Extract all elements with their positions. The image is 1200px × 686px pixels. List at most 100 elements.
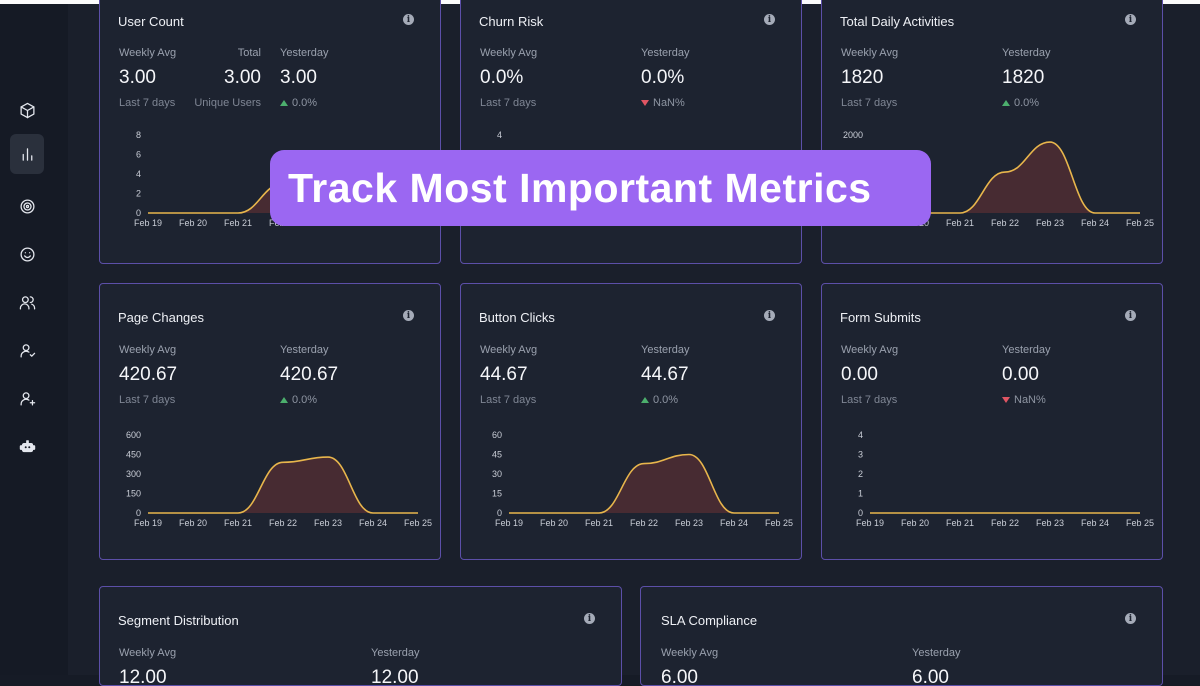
sidebar-item-verified-users[interactable] (10, 330, 44, 370)
y-tick-label: 45 (492, 450, 502, 460)
info-icon[interactable]: i (403, 14, 414, 25)
delta-value: 0.0% (653, 394, 678, 406)
info-icon[interactable]: i (1125, 14, 1136, 25)
user-check-icon (19, 342, 36, 359)
y-tick-label: 6 (136, 150, 141, 160)
dashboard-frame: User Count i Weekly Avg 3.00 Last 7 days… (0, 0, 1200, 675)
metric-card-sla-compliance: SLA Compliance i Weekly Avg 6.00 Yesterd… (640, 586, 1163, 686)
stat-yesterday: Yesterday 12.00 (371, 647, 420, 686)
stat-value: 3.00 (119, 67, 176, 89)
stat-yesterday: Yesterday 3.00 0.0% (280, 47, 329, 109)
metric-card-segment-distribution: Segment Distribution i Weekly Avg 12.00 … (99, 586, 622, 686)
stat-label: Yesterday (371, 647, 420, 659)
stat-label: Weekly Avg (119, 47, 176, 59)
smiley-icon (19, 246, 36, 263)
stat-yesterday: Yesterday 0.00 NaN% (1002, 344, 1051, 406)
x-tick-label: Feb 25 (1126, 218, 1154, 228)
info-icon[interactable]: i (1125, 310, 1136, 321)
info-icon[interactable]: i (403, 310, 414, 321)
stat-weekly-avg: Weekly Avg 12.00 (119, 647, 176, 686)
trend-up-icon (280, 397, 288, 403)
x-tick-label: Feb 20 (540, 518, 568, 528)
x-tick-label: Feb 21 (946, 218, 974, 228)
x-tick-label: Feb 25 (404, 518, 432, 528)
stat-value: 44.67 (480, 364, 537, 386)
sidebar-item-add-user[interactable] (10, 378, 44, 418)
area-chart: 0150300450600Feb 19Feb 20Feb 21Feb 22Feb… (100, 425, 441, 535)
y-tick-label: 30 (492, 469, 502, 479)
x-tick-label: Feb 19 (495, 518, 523, 528)
info-icon[interactable]: i (584, 613, 595, 624)
delta-value: NaN% (1014, 394, 1046, 406)
stat-label: Weekly Avg (841, 47, 898, 59)
stat-label: Weekly Avg (661, 647, 718, 659)
stat-total: Total 3.00 Unique Users (191, 47, 261, 109)
stat-sub: Last 7 days (841, 394, 898, 406)
stat-yesterday: Yesterday 420.67 0.0% (280, 344, 338, 406)
info-icon[interactable]: i (1125, 613, 1136, 624)
y-tick-label: 450 (126, 450, 141, 460)
y-tick-label: 0 (858, 508, 863, 518)
sidebar-item-users[interactable] (10, 282, 44, 322)
promo-banner: Track Most Important Metrics (270, 150, 931, 226)
robot-icon (19, 438, 36, 455)
stat-value: 3.00 (191, 67, 261, 89)
card-title: Segment Distribution (118, 613, 239, 628)
target-icon (19, 198, 36, 215)
sidebar-item-products[interactable] (10, 90, 44, 130)
stat-weekly-avg: Weekly Avg 0.0% Last 7 days (480, 47, 537, 109)
cube-icon (19, 102, 36, 119)
trend-up-icon (1002, 100, 1010, 106)
delta-indicator: 0.0% (280, 97, 329, 109)
users-icon (19, 294, 36, 311)
stat-label: Yesterday (280, 47, 329, 59)
stat-value: 12.00 (119, 667, 176, 686)
stat-weekly-avg: Weekly Avg 420.67 Last 7 days (119, 344, 177, 406)
stat-yesterday: Yesterday 0.0% NaN% (641, 47, 690, 109)
stat-value: 420.67 (119, 364, 177, 386)
stat-label: Yesterday (912, 647, 961, 659)
x-tick-label: Feb 22 (991, 218, 1019, 228)
sidebar (0, 4, 68, 675)
delta-indicator: 0.0% (1002, 97, 1051, 109)
sidebar-item-analytics[interactable] (10, 134, 44, 174)
y-tick-label: 60 (492, 430, 502, 440)
stat-label: Weekly Avg (841, 344, 898, 356)
x-tick-label: Feb 21 (224, 218, 252, 228)
x-tick-label: Feb 25 (765, 518, 793, 528)
stat-label: Weekly Avg (119, 647, 176, 659)
y-tick-label: 1 (858, 489, 863, 499)
sidebar-item-goals[interactable] (10, 186, 44, 226)
stat-sub: Last 7 days (480, 394, 537, 406)
card-title: Page Changes (118, 310, 204, 325)
y-tick-label: 300 (126, 469, 141, 479)
info-icon[interactable]: i (764, 14, 775, 25)
user-plus-icon (19, 390, 36, 407)
stat-value: 420.67 (280, 364, 338, 386)
stat-label: Weekly Avg (480, 47, 537, 59)
stat-yesterday: Yesterday 44.67 0.0% (641, 344, 690, 406)
x-tick-label: Feb 24 (720, 518, 748, 528)
trend-down-icon (1002, 397, 1010, 403)
stat-label: Weekly Avg (480, 344, 537, 356)
x-tick-label: Feb 21 (585, 518, 613, 528)
area-fill (148, 457, 418, 513)
sidebar-item-feedback[interactable] (10, 234, 44, 274)
stat-value: 0.00 (1002, 364, 1051, 386)
info-icon[interactable]: i (764, 310, 775, 321)
stat-label: Yesterday (280, 344, 338, 356)
x-tick-label: Feb 23 (675, 518, 703, 528)
y-tick-label: 4 (858, 430, 863, 440)
card-title: User Count (118, 14, 184, 29)
y-tick-label: 2000 (843, 130, 863, 140)
y-tick-label: 3 (858, 450, 863, 460)
stat-weekly-avg: Weekly Avg 44.67 Last 7 days (480, 344, 537, 406)
sidebar-item-bots[interactable] (10, 426, 44, 466)
stat-sub: Last 7 days (480, 97, 537, 109)
card-title: Total Daily Activities (840, 14, 954, 29)
stat-value: 0.0% (641, 67, 690, 89)
metric-card-button-clicks: Button Clicks i Weekly Avg 44.67 Last 7 … (460, 283, 802, 560)
y-tick-label: 4 (497, 130, 502, 140)
stat-label: Total (191, 47, 261, 59)
x-tick-label: Feb 22 (630, 518, 658, 528)
